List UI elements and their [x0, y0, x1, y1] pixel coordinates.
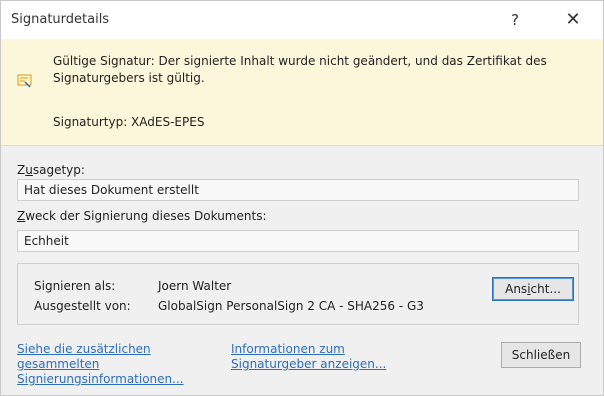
signed-as-label: Signieren als:: [34, 279, 116, 293]
signature-certificate-icon: [17, 73, 33, 89]
issued-by-value: GlobalSign PersonalSign 2 CA - SHA256 - …: [158, 299, 424, 313]
close-button[interactable]: Schließen: [501, 342, 581, 368]
signature-details-dialog: Signaturdetails ? ✕ Gültige Signatur: De…: [0, 0, 604, 396]
dialog-title: Signaturdetails: [11, 12, 110, 27]
commitment-type-label: Zusagetyp:: [17, 163, 85, 177]
signature-type: Signaturtyp: XAdES-EPES: [53, 115, 205, 129]
help-button[interactable]: ?: [501, 7, 529, 33]
signature-status-banner: Gültige Signatur: Der signierte Inhalt w…: [1, 39, 603, 146]
signer-info-group: Signieren als: Joern Walter Ausgestellt …: [17, 263, 579, 325]
signing-purpose-field[interactable]: Echheit: [17, 230, 579, 252]
issued-by-label: Ausgestellt von:: [34, 299, 131, 313]
title-bar: Signaturdetails ? ✕: [1, 1, 603, 39]
additional-signing-info-link[interactable]: Siehe die zusätzlichen gesammelten Signi…: [17, 342, 184, 387]
close-icon[interactable]: ✕: [558, 7, 588, 33]
commitment-type-field[interactable]: Hat dieses Dokument erstellt: [17, 179, 579, 201]
signed-as-value: Joern Walter: [158, 279, 232, 293]
signature-status-message: Gültige Signatur: Der signierte Inhalt w…: [53, 54, 547, 85]
signer-info-link[interactable]: Informationen zum Signaturgeber anzeigen…: [231, 342, 386, 372]
signing-purpose-label: Zweck der Signierung dieses Dokuments:: [17, 209, 267, 223]
view-certificate-button[interactable]: Ansicht...: [492, 277, 574, 301]
